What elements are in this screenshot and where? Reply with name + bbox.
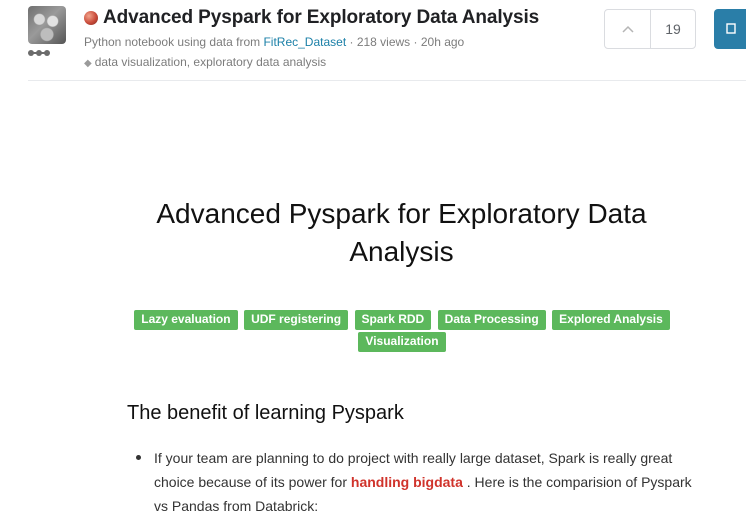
upvote-button[interactable] <box>605 10 651 48</box>
vote-widget: 19 <box>604 9 696 49</box>
notebook-meta: Python notebook using data from FitRec_D… <box>84 35 464 49</box>
badge-list: Lazy evaluation UDF registering Spark RD… <box>128 308 676 352</box>
tags-text[interactable]: data visualization, exploratory data ana… <box>95 55 326 69</box>
bullet-dot <box>136 455 141 460</box>
section-heading: The benefit of learning Pyspark <box>127 402 404 424</box>
copy-edit-button[interactable] <box>714 9 746 49</box>
copy-icon <box>726 23 736 34</box>
meta-prefix: Python notebook using data from <box>84 35 264 49</box>
notebook-title: Advanced Pyspark for Exploratory Data An… <box>103 7 540 28</box>
notebook-heading: Advanced Pyspark for Exploratory Data An… <box>156 198 647 267</box>
badge: Lazy evaluation <box>134 310 238 330</box>
tag-icon: ◆ <box>84 58 92 69</box>
badge: Explored Analysis <box>552 310 670 330</box>
author-avatar[interactable] <box>28 6 66 44</box>
header-divider <box>28 80 746 81</box>
vote-count: 19 <box>665 21 681 37</box>
bullet-text: If your team are planning to do project … <box>154 446 696 518</box>
tier-icon <box>28 49 50 57</box>
upvote-icon <box>621 25 634 33</box>
badge: Data Processing <box>437 310 546 330</box>
bullet-item: If your team are planning to do project … <box>136 446 696 518</box>
badge: Visualization <box>358 332 446 352</box>
medal-icon <box>84 11 98 25</box>
highlight-text: handling bigdata <box>350 474 463 490</box>
meta-suffix: · 218 views · 20h ago <box>346 35 465 49</box>
dataset-link[interactable]: FitRec_Dataset <box>263 35 346 49</box>
badge: UDF registering <box>244 310 349 330</box>
tag-list: ◆ data visualization, exploratory data an… <box>84 55 326 69</box>
badge: Spark RDD <box>354 310 432 330</box>
